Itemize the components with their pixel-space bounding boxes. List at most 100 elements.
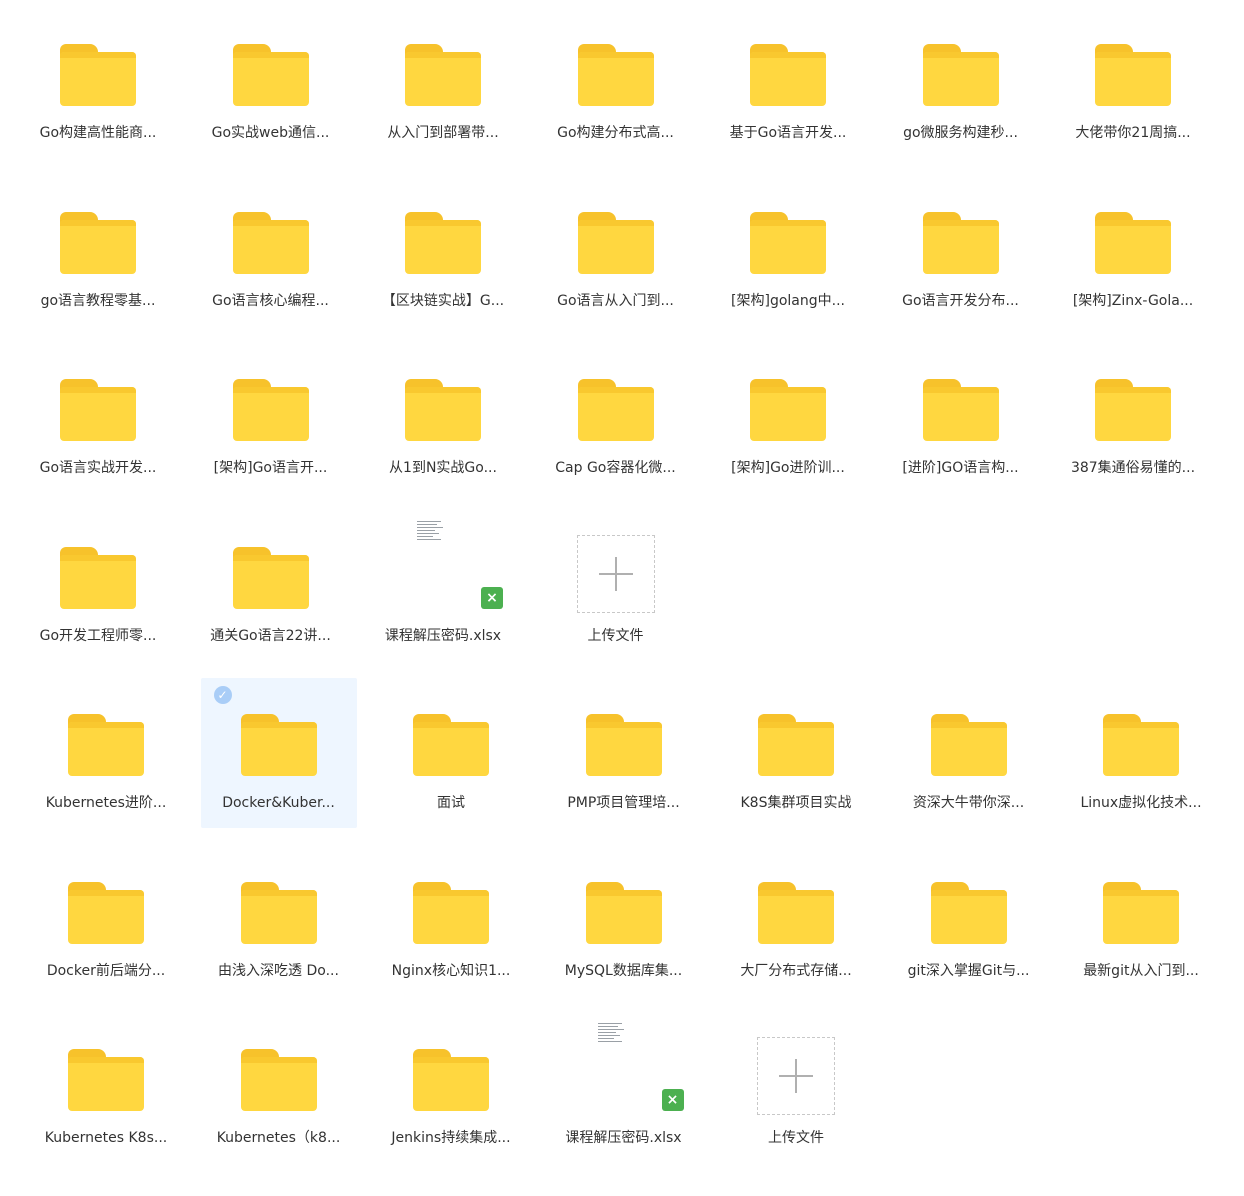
folder-tile[interactable]: go语言教程零基... (20, 176, 176, 326)
folder-icon (68, 1049, 144, 1111)
folder-icon (1095, 379, 1171, 441)
selected-check-icon[interactable]: ✓ (213, 686, 232, 704)
folder-tile[interactable]: go微服务构建秒... (883, 8, 1039, 158)
spreadsheet-thumbnail-icon: × (417, 520, 503, 617)
folder-body (1103, 722, 1179, 776)
folder-icon (68, 881, 144, 944)
item-label: Docker&Kuber... (222, 795, 335, 811)
folder-tile[interactable]: [架构]Go语言开... (193, 343, 349, 493)
folder-body (60, 387, 136, 441)
folder-tile[interactable]: 面试 (373, 678, 529, 828)
item-label: 由浅入深吃透 Do... (218, 962, 339, 979)
folder-tile[interactable]: ✓ Docker&Kuber... (200, 678, 357, 828)
folder-icon (750, 379, 826, 441)
item-label: Linux虚拟化技术... (1080, 795, 1202, 811)
folder-icon (68, 714, 144, 776)
folder-tile[interactable]: [进阶]GO语言构... (883, 343, 1039, 493)
item-label: 从1到N实战Go... (389, 460, 497, 476)
folder-icon (930, 714, 1007, 776)
folder-body (240, 889, 317, 944)
folder-body (232, 52, 309, 106)
folder-tile[interactable]: 最新git从入门到... (1063, 846, 1219, 996)
folder-icon (930, 881, 1007, 944)
folder-body (413, 722, 489, 776)
folder-icon-wrap (929, 874, 1009, 954)
folder-tile[interactable]: git深入掌握Git与... (891, 846, 1047, 996)
folder-tile[interactable]: Go构建分布式高... (538, 8, 694, 158)
folder-tile[interactable]: 387集通俗易懂的... (1055, 343, 1211, 493)
folder-body (585, 722, 662, 776)
folder-body (405, 219, 481, 274)
folder-tile[interactable]: Kubernetes K8s... (28, 1013, 184, 1163)
item-label: Go语言从入门到... (557, 292, 674, 309)
document-preview-lines (597, 1023, 624, 1045)
folder-tile[interactable]: Go语言核心编程... (193, 176, 349, 326)
folder-tile[interactable]: 由浅入深吃透 Do... (201, 846, 357, 996)
folder-tile[interactable]: 大佬带你21周搞... (1055, 8, 1211, 158)
folder-tile[interactable]: [架构]Zinx-Gola... (1055, 176, 1211, 326)
folder-icon-wrap (411, 706, 491, 786)
folder-body (930, 722, 1007, 776)
folder-tile[interactable]: Go语言实战开发... (20, 343, 176, 493)
folder-icon (1095, 211, 1171, 274)
folder-icon-wrap (66, 1041, 146, 1121)
folder-tile[interactable]: 从入门到部署带... (365, 8, 521, 158)
folder-icon-wrap (403, 204, 483, 284)
folder-tile[interactable]: 大厂分布式存储... (718, 846, 874, 996)
upload-button[interactable] (576, 534, 655, 613)
folder-body (930, 889, 1007, 944)
folder-body (68, 722, 144, 776)
folder-tile[interactable]: Kubernetes（k8... (201, 1013, 357, 1163)
folder-tile[interactable]: 基于Go语言开发... (710, 8, 866, 158)
folder-icon-wrap (231, 36, 311, 116)
folder-body (68, 1057, 144, 1111)
folder-tile[interactable]: Go语言从入门到... (538, 176, 694, 326)
folder-icon-wrap (411, 1041, 491, 1121)
item-label: K8S集群项目实战 (740, 795, 852, 811)
item-label: Cap Go容器化微... (555, 460, 676, 476)
folder-icon (232, 379, 309, 441)
plus-icon (779, 1059, 813, 1093)
folder-tile[interactable]: Go语言开发分布... (883, 176, 1039, 326)
folder-tile[interactable]: Go实战web通信... (193, 8, 349, 158)
folder-tile[interactable]: [架构]golang中... (710, 176, 866, 326)
folder-tile[interactable]: Cap Go容器化微... (538, 343, 694, 493)
folder-icon (758, 881, 834, 944)
upload-tile[interactable]: 上传文件 (718, 1013, 874, 1163)
folder-icon-wrap (929, 706, 1009, 786)
folder-tile[interactable]: K8S集群项目实战 (718, 678, 874, 828)
item-label: 上传文件 (768, 1130, 824, 1146)
folder-tile[interactable]: Kubernetes进阶... (28, 678, 184, 828)
folder-tile[interactable]: MySQL数据库集... (546, 846, 702, 996)
folder-body (585, 889, 662, 944)
file-tile[interactable]: × 课程解压密码.xlsx (365, 511, 521, 661)
folder-icon (585, 881, 662, 944)
folder-tile[interactable]: Nginx核心知识1... (373, 846, 529, 996)
folder-tile[interactable]: Go开发工程师零... (20, 511, 176, 661)
folder-tile[interactable]: PMP项目管理培... (546, 678, 702, 828)
folder-icon (240, 1049, 317, 1111)
upload-tile[interactable]: 上传文件 (538, 511, 694, 661)
item-label: go语言教程零基... (40, 292, 156, 309)
folder-tile[interactable]: Go构建高性能商... (20, 8, 176, 158)
folder-icon-wrap (576, 36, 656, 116)
upload-button[interactable] (757, 1037, 835, 1115)
folder-tile[interactable]: Jenkins持续集成... (373, 1013, 529, 1163)
folder-tile[interactable]: 【区块链实战】G... (365, 176, 521, 326)
item-label: Kubernetes K8s... (44, 1130, 168, 1146)
folder-tile[interactable]: Docker前后端分... (28, 846, 184, 996)
folder-tile[interactable]: Linux虚拟化技术... (1063, 678, 1219, 828)
folder-icon (577, 379, 654, 441)
folder-tile[interactable]: 资深大牛带你深... (891, 678, 1047, 828)
folder-tile[interactable]: 从1到N实战Go... (365, 343, 521, 493)
item-label: PMP项目管理培... (567, 795, 680, 811)
item-label: Go构建分布式高... (557, 125, 674, 141)
folder-tile[interactable]: 通关Go语言22讲... (193, 511, 349, 661)
folder-tile[interactable]: [架构]Go进阶训... (710, 343, 866, 493)
folder-icon-wrap (748, 371, 828, 451)
item-label: Jenkins持续集成... (391, 1130, 511, 1146)
file-tile[interactable]: × 课程解压密码.xlsx (546, 1013, 702, 1163)
excel-badge-icon: × (661, 1089, 684, 1111)
item-label: [架构]Go语言开... (213, 460, 328, 476)
folder-icon (922, 379, 999, 441)
